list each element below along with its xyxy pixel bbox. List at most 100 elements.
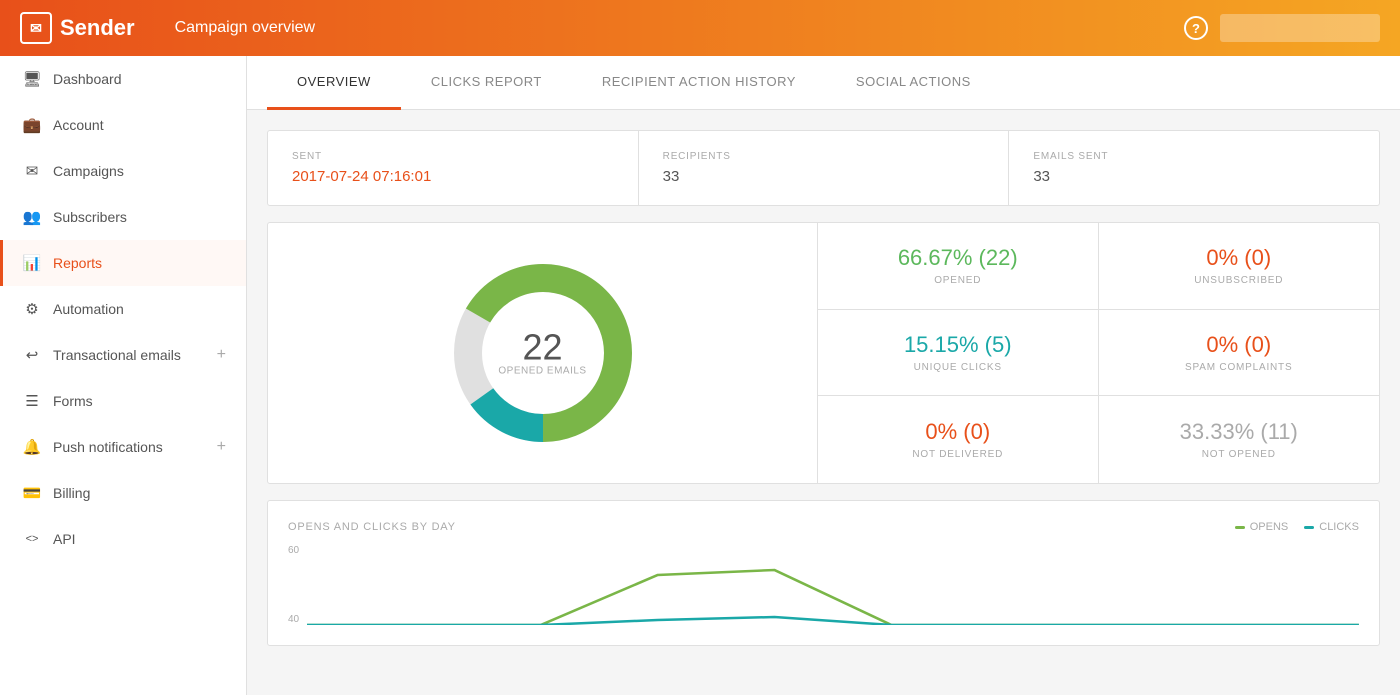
sidebar-item-billing[interactable]: 💳 Billing <box>0 470 246 516</box>
legend-clicks: CLICKS <box>1304 521 1359 533</box>
sidebar-item-label: Account <box>53 117 104 133</box>
metric-not-opened: 33.33% (11) NOT OPENED <box>1099 396 1380 483</box>
sidebar-item-subscribers[interactable]: 👥 Subscribers <box>0 194 246 240</box>
metrics-grid: 66.67% (22) OPENED 0% (0) UNSUBSCRIBED 1… <box>818 223 1379 483</box>
donut-section: 22 OPENED EMAILS <box>268 223 818 483</box>
logo-text: Sender <box>60 15 135 41</box>
main-content: OVERVIEW CLICKS REPORT RECIPIENT ACTION … <box>247 56 1400 695</box>
opened-pct: 66.67% (22) <box>898 245 1018 271</box>
subscribers-icon: 👥 <box>23 208 41 226</box>
dashboard-icon: 🖥 <box>23 70 41 88</box>
spam-pct: 0% (0) <box>1206 332 1271 358</box>
metric-unique-clicks: 15.15% (5) UNIQUE CLICKS <box>818 310 1099 397</box>
app-body: 🖥 Dashboard 💼 Account ✉ Campaigns 👥 Subs… <box>0 56 1400 695</box>
unsubscribed-pct: 0% (0) <box>1206 245 1271 271</box>
api-icon: <> <box>23 530 41 548</box>
recipients-value: 33 <box>663 168 985 185</box>
spam-label: SPAM COMPLAINTS <box>1185 362 1292 373</box>
reports-icon: 📊 <box>23 254 41 272</box>
help-button[interactable]: ? <box>1184 16 1208 40</box>
forms-icon: ☰ <box>23 392 41 410</box>
sidebar-item-automation[interactable]: ⚙ Automation <box>0 286 246 332</box>
chart-area: 60 40 <box>288 545 1359 625</box>
legend-opens: OPENS <box>1235 521 1289 533</box>
clicks-dot <box>1304 526 1314 529</box>
not-delivered-label: NOT DELIVERED <box>912 449 1003 460</box>
chart-y-labels: 60 40 <box>288 545 299 625</box>
tab-overview[interactable]: OVERVIEW <box>267 56 401 110</box>
unsubscribed-label: UNSUBSCRIBED <box>1194 275 1283 286</box>
sidebar-item-campaigns[interactable]: ✉ Campaigns <box>0 148 246 194</box>
recipients-stat: RECIPIENTS 33 <box>639 131 1010 205</box>
donut-center: 22 OPENED EMAILS <box>498 330 586 377</box>
y-label-60: 60 <box>288 545 299 556</box>
sidebar-item-label: Subscribers <box>53 209 127 225</box>
sidebar-item-label: Push notifications <box>53 439 163 455</box>
account-icon: 💼 <box>23 116 41 134</box>
sidebar: 🖥 Dashboard 💼 Account ✉ Campaigns 👥 Subs… <box>0 56 247 695</box>
overview-content: SENT 2017-07-24 07:16:01 RECIPIENTS 33 E… <box>247 110 1400 666</box>
opens-label: OPENS <box>1250 521 1289 533</box>
logo-icon: ✉ <box>20 12 52 44</box>
sent-value: 2017-07-24 07:16:01 <box>292 168 614 185</box>
unique-clicks-pct: 15.15% (5) <box>904 332 1012 358</box>
recipients-label: RECIPIENTS <box>663 151 985 162</box>
emails-sent-label: EMAILS SENT <box>1033 151 1355 162</box>
automation-icon: ⚙ <box>23 300 41 318</box>
donut-number: 22 <box>498 330 586 366</box>
sidebar-item-label: Campaigns <box>53 163 124 179</box>
search-input[interactable] <box>1220 14 1380 42</box>
sidebar-item-transactional[interactable]: ↩ Transactional emails + <box>0 332 246 378</box>
sidebar-item-api[interactable]: <> API <box>0 516 246 562</box>
metric-opened: 66.67% (22) OPENED <box>818 223 1099 310</box>
push-icon: 🔔 <box>23 438 41 456</box>
header-right: ? <box>1184 14 1380 42</box>
sidebar-item-label: Transactional emails <box>53 347 181 363</box>
opened-label: OPENED <box>934 275 981 286</box>
sent-label: SENT <box>292 151 614 162</box>
tab-social[interactable]: SOCIAL ACTIONS <box>826 56 1001 110</box>
transactional-icon: ↩ <box>23 346 41 364</box>
app-header: ✉ Sender Campaign overview ? <box>0 0 1400 56</box>
sidebar-item-label: Reports <box>53 255 102 271</box>
billing-icon: 💳 <box>23 484 41 502</box>
metric-spam: 0% (0) SPAM COMPLAINTS <box>1099 310 1380 397</box>
not-opened-label: NOT OPENED <box>1202 449 1276 460</box>
metrics-container: 22 OPENED EMAILS 66.67% (22) OPENED 0% (… <box>267 222 1380 484</box>
metric-unsubscribed: 0% (0) UNSUBSCRIBED <box>1099 223 1380 310</box>
sidebar-item-reports[interactable]: 📊 Reports <box>0 240 246 286</box>
sidebar-item-dashboard[interactable]: 🖥 Dashboard <box>0 56 246 102</box>
not-delivered-pct: 0% (0) <box>925 419 990 445</box>
push-plus-icon: + <box>217 438 226 456</box>
emails-sent-value: 33 <box>1033 168 1355 185</box>
sidebar-item-forms[interactable]: ☰ Forms <box>0 378 246 424</box>
sidebar-item-push[interactable]: 🔔 Push notifications + <box>0 424 246 470</box>
chart-title: OPENS AND CLICKS BY DAY <box>288 521 456 533</box>
tab-recipient[interactable]: RECIPIENT ACTION HISTORY <box>572 56 826 110</box>
clicks-label: CLICKS <box>1319 521 1359 533</box>
chart-svg <box>307 545 1359 625</box>
donut-label: OPENED EMAILS <box>498 366 586 377</box>
logo: ✉ Sender <box>20 12 135 44</box>
transactional-plus-icon: + <box>217 346 226 364</box>
donut-chart: 22 OPENED EMAILS <box>443 253 643 453</box>
metric-not-delivered: 0% (0) NOT DELIVERED <box>818 396 1099 483</box>
sidebar-item-account[interactable]: 💼 Account <box>0 102 246 148</box>
sidebar-item-label: API <box>53 531 76 547</box>
opens-dot <box>1235 526 1245 529</box>
not-opened-pct: 33.33% (11) <box>1180 419 1298 445</box>
stats-bar: SENT 2017-07-24 07:16:01 RECIPIENTS 33 E… <box>267 130 1380 206</box>
page-title: Campaign overview <box>175 19 1184 37</box>
tab-clicks[interactable]: CLICKS REPORT <box>401 56 572 110</box>
sent-stat: SENT 2017-07-24 07:16:01 <box>268 131 639 205</box>
tab-bar: OVERVIEW CLICKS REPORT RECIPIENT ACTION … <box>247 56 1400 110</box>
unique-clicks-label: UNIQUE CLICKS <box>914 362 1002 373</box>
y-label-40: 40 <box>288 614 299 625</box>
sidebar-item-label: Forms <box>53 393 93 409</box>
sidebar-item-label: Dashboard <box>53 71 122 87</box>
emails-sent-stat: EMAILS SENT 33 <box>1009 131 1379 205</box>
chart-section: OPENS AND CLICKS BY DAY OPENS CLICKS <box>267 500 1380 646</box>
sidebar-item-label: Automation <box>53 301 124 317</box>
campaigns-icon: ✉ <box>23 162 41 180</box>
chart-legend: OPENS CLICKS <box>1235 521 1359 533</box>
